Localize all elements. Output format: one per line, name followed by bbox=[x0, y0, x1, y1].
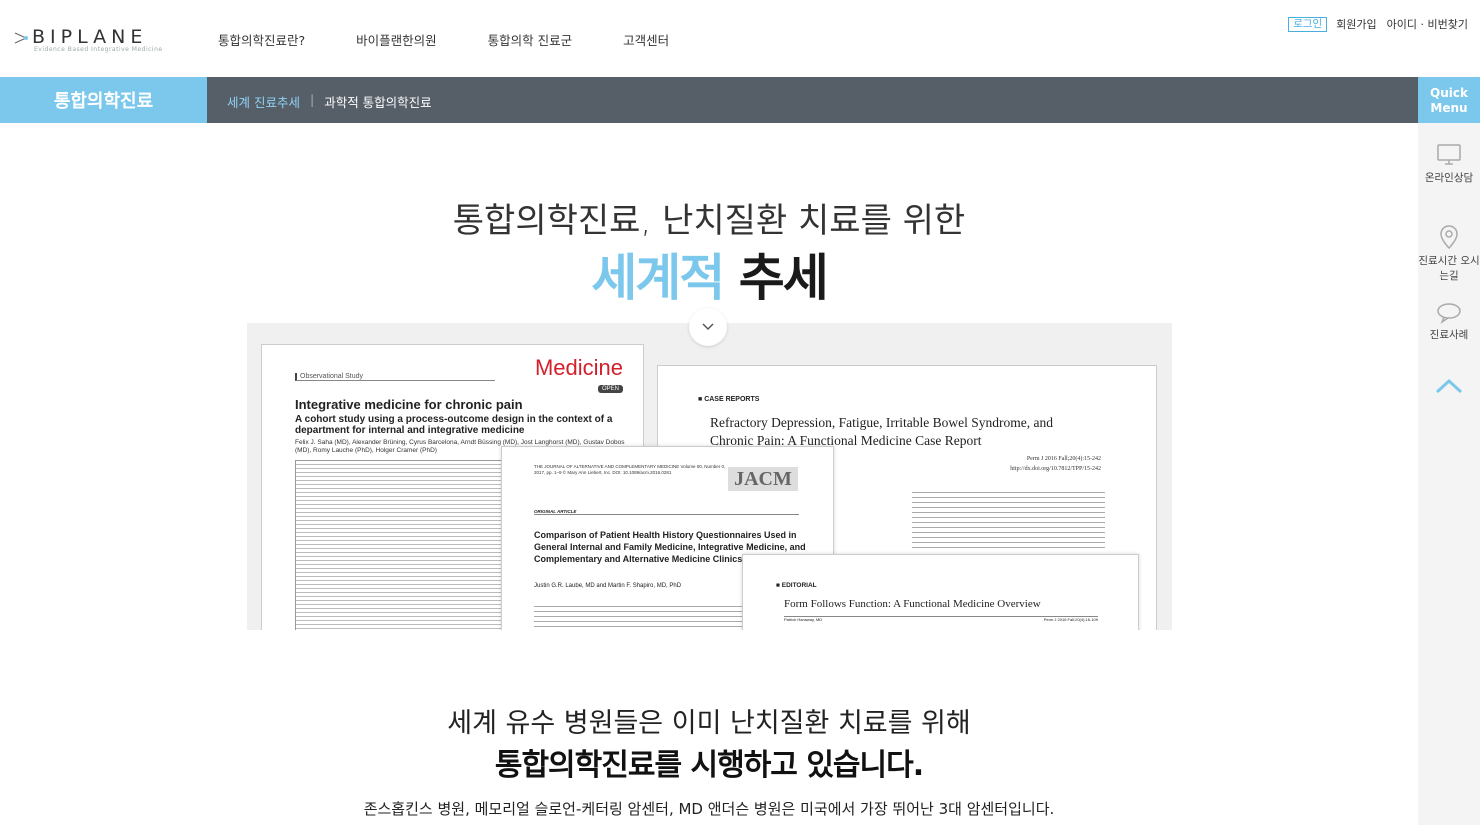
crumb-scientific[interactable]: 과학적 통합의학진료 bbox=[324, 92, 431, 111]
paper-title: Form Follows Function: A Functional Medi… bbox=[784, 598, 1041, 610]
paper-body-text bbox=[912, 488, 1105, 548]
chevron-down-icon bbox=[702, 323, 714, 331]
quick-menu-title-2: Menu bbox=[1430, 101, 1468, 115]
section-heading-line2: 통합의학진료를 시행하고 있습니다. bbox=[494, 748, 924, 783]
quick-menu-title-1: Quick bbox=[1430, 86, 1468, 100]
find-account-link[interactable]: 아이디 · 비번찾기 bbox=[1387, 16, 1468, 32]
sub-navigation-bar: 통합의학진료 세계 진료추세 | 과학적 통합의학진료 bbox=[0, 77, 1418, 123]
article-type: ORIGINAL ARTICLE bbox=[534, 509, 799, 515]
scroll-down-button[interactable] bbox=[689, 308, 727, 346]
journal-header: THE JOURNAL OF ALTERNATIVE AND COMPLEMEN… bbox=[534, 464, 726, 475]
quick-item-cases[interactable]: 진료사례 bbox=[1418, 302, 1480, 343]
paper-subtitle: A cohort study using a process-outcome d… bbox=[295, 414, 613, 436]
headline-line2: 세계적 추세 bbox=[0, 238, 1418, 310]
logo-text: BIPLANE bbox=[32, 26, 148, 48]
quick-item-online-consult[interactable]: 온라인상담 bbox=[1418, 143, 1480, 186]
paper-abstract-box bbox=[295, 460, 505, 630]
nav-item-support[interactable]: 고객센터 bbox=[623, 30, 669, 49]
paper-label: ■ CASE REPORTS bbox=[698, 396, 760, 403]
signup-link[interactable]: 회원가입 bbox=[1336, 16, 1376, 32]
journal-logo: JACM bbox=[728, 467, 798, 491]
nav-item-clinic[interactable]: 바이플랜한의원 bbox=[356, 30, 437, 49]
open-badge: OPEN bbox=[597, 385, 623, 393]
paper-meta: Perm J 2016 Fall;20(4):15-242 http://dx.… bbox=[1010, 456, 1101, 472]
paper-label: ■ EDITORIAL bbox=[776, 582, 817, 589]
paper-type: Observational Study bbox=[295, 373, 495, 381]
crumb-world-trend[interactable]: 세계 진료추세 bbox=[227, 92, 300, 111]
logo-tagline: Evidence Based Integrative Medicine bbox=[34, 46, 163, 53]
main-nav: 통합의학진료란? 바이플랜한의원 통합의학 진료군 고객센터 bbox=[218, 30, 720, 49]
paper-editorial: ■ EDITORIAL Form Follows Function: A Fun… bbox=[742, 554, 1139, 630]
section-heading-line1: 세계 유수 병원들은 이미 난치질환 치료를 위해 bbox=[447, 708, 971, 739]
monitor-icon bbox=[1437, 144, 1461, 165]
section-title: 통합의학진료 bbox=[0, 77, 207, 123]
paper-meta: Patrick Hanaway, MD Perm J 2016 Fall;20(… bbox=[784, 616, 1098, 630]
headline-line1: 통합의학진료, 난치질환 치료를 위한 bbox=[452, 201, 966, 241]
quick-menu-header[interactable]: Quick Menu bbox=[1418, 77, 1480, 123]
crumb-separator: | bbox=[309, 92, 315, 107]
nav-item-about[interactable]: 통합의학진료란? bbox=[218, 30, 305, 49]
breadcrumb: 세계 진료추세 | 과학적 통합의학진료 bbox=[227, 92, 432, 111]
paper-title: Integrative medicine for chronic pain bbox=[295, 397, 523, 412]
chevron-up-icon bbox=[1435, 378, 1463, 394]
logo-mark-icon bbox=[14, 32, 28, 44]
quick-item-label: 진료시간 오시는길 bbox=[1418, 255, 1480, 282]
quick-item-hours-location[interactable]: 진료시간 오시는길 bbox=[1418, 224, 1480, 284]
site-logo[interactable]: BIPLANE Evidence Based Integrative Medic… bbox=[14, 26, 162, 56]
headline-highlight: 세계적 bbox=[591, 249, 725, 307]
nav-item-treatments[interactable]: 통합의학 진료군 bbox=[488, 30, 572, 49]
journal-brand: Medicine bbox=[534, 355, 623, 380]
utility-links: 로그인 회원가입 아이디 · 비번찾기 bbox=[1288, 16, 1468, 32]
quick-item-label: 온라인상담 bbox=[1424, 172, 1474, 184]
login-button[interactable]: 로그인 bbox=[1288, 16, 1328, 32]
site-header: BIPLANE Evidence Based Integrative Medic… bbox=[0, 0, 1480, 77]
speech-bubble-icon bbox=[1437, 303, 1461, 324]
paper-authors: Justin G.R. Laube, MD and Martin F. Shap… bbox=[534, 583, 682, 589]
location-pin-icon bbox=[1440, 225, 1458, 250]
headline-dark: 추세 bbox=[738, 249, 829, 307]
paper-body-text bbox=[534, 602, 744, 630]
quick-item-label: 진료사례 bbox=[1429, 329, 1469, 341]
paper-title: Refractory Depression, Fatigue, Irritabl… bbox=[710, 415, 1054, 448]
scroll-top-button[interactable] bbox=[1435, 377, 1463, 399]
section-description: 존스홉킨스 병원, 메모리얼 슬로언-케터링 암센터, MD 앤더슨 병원은 미… bbox=[363, 800, 1055, 818]
papers-image: Observational Study Medicine OPEN Integr… bbox=[247, 323, 1172, 630]
quick-menu: Quick Menu 온라인상담 진료시간 오시는길 진료사례 bbox=[1418, 77, 1480, 825]
